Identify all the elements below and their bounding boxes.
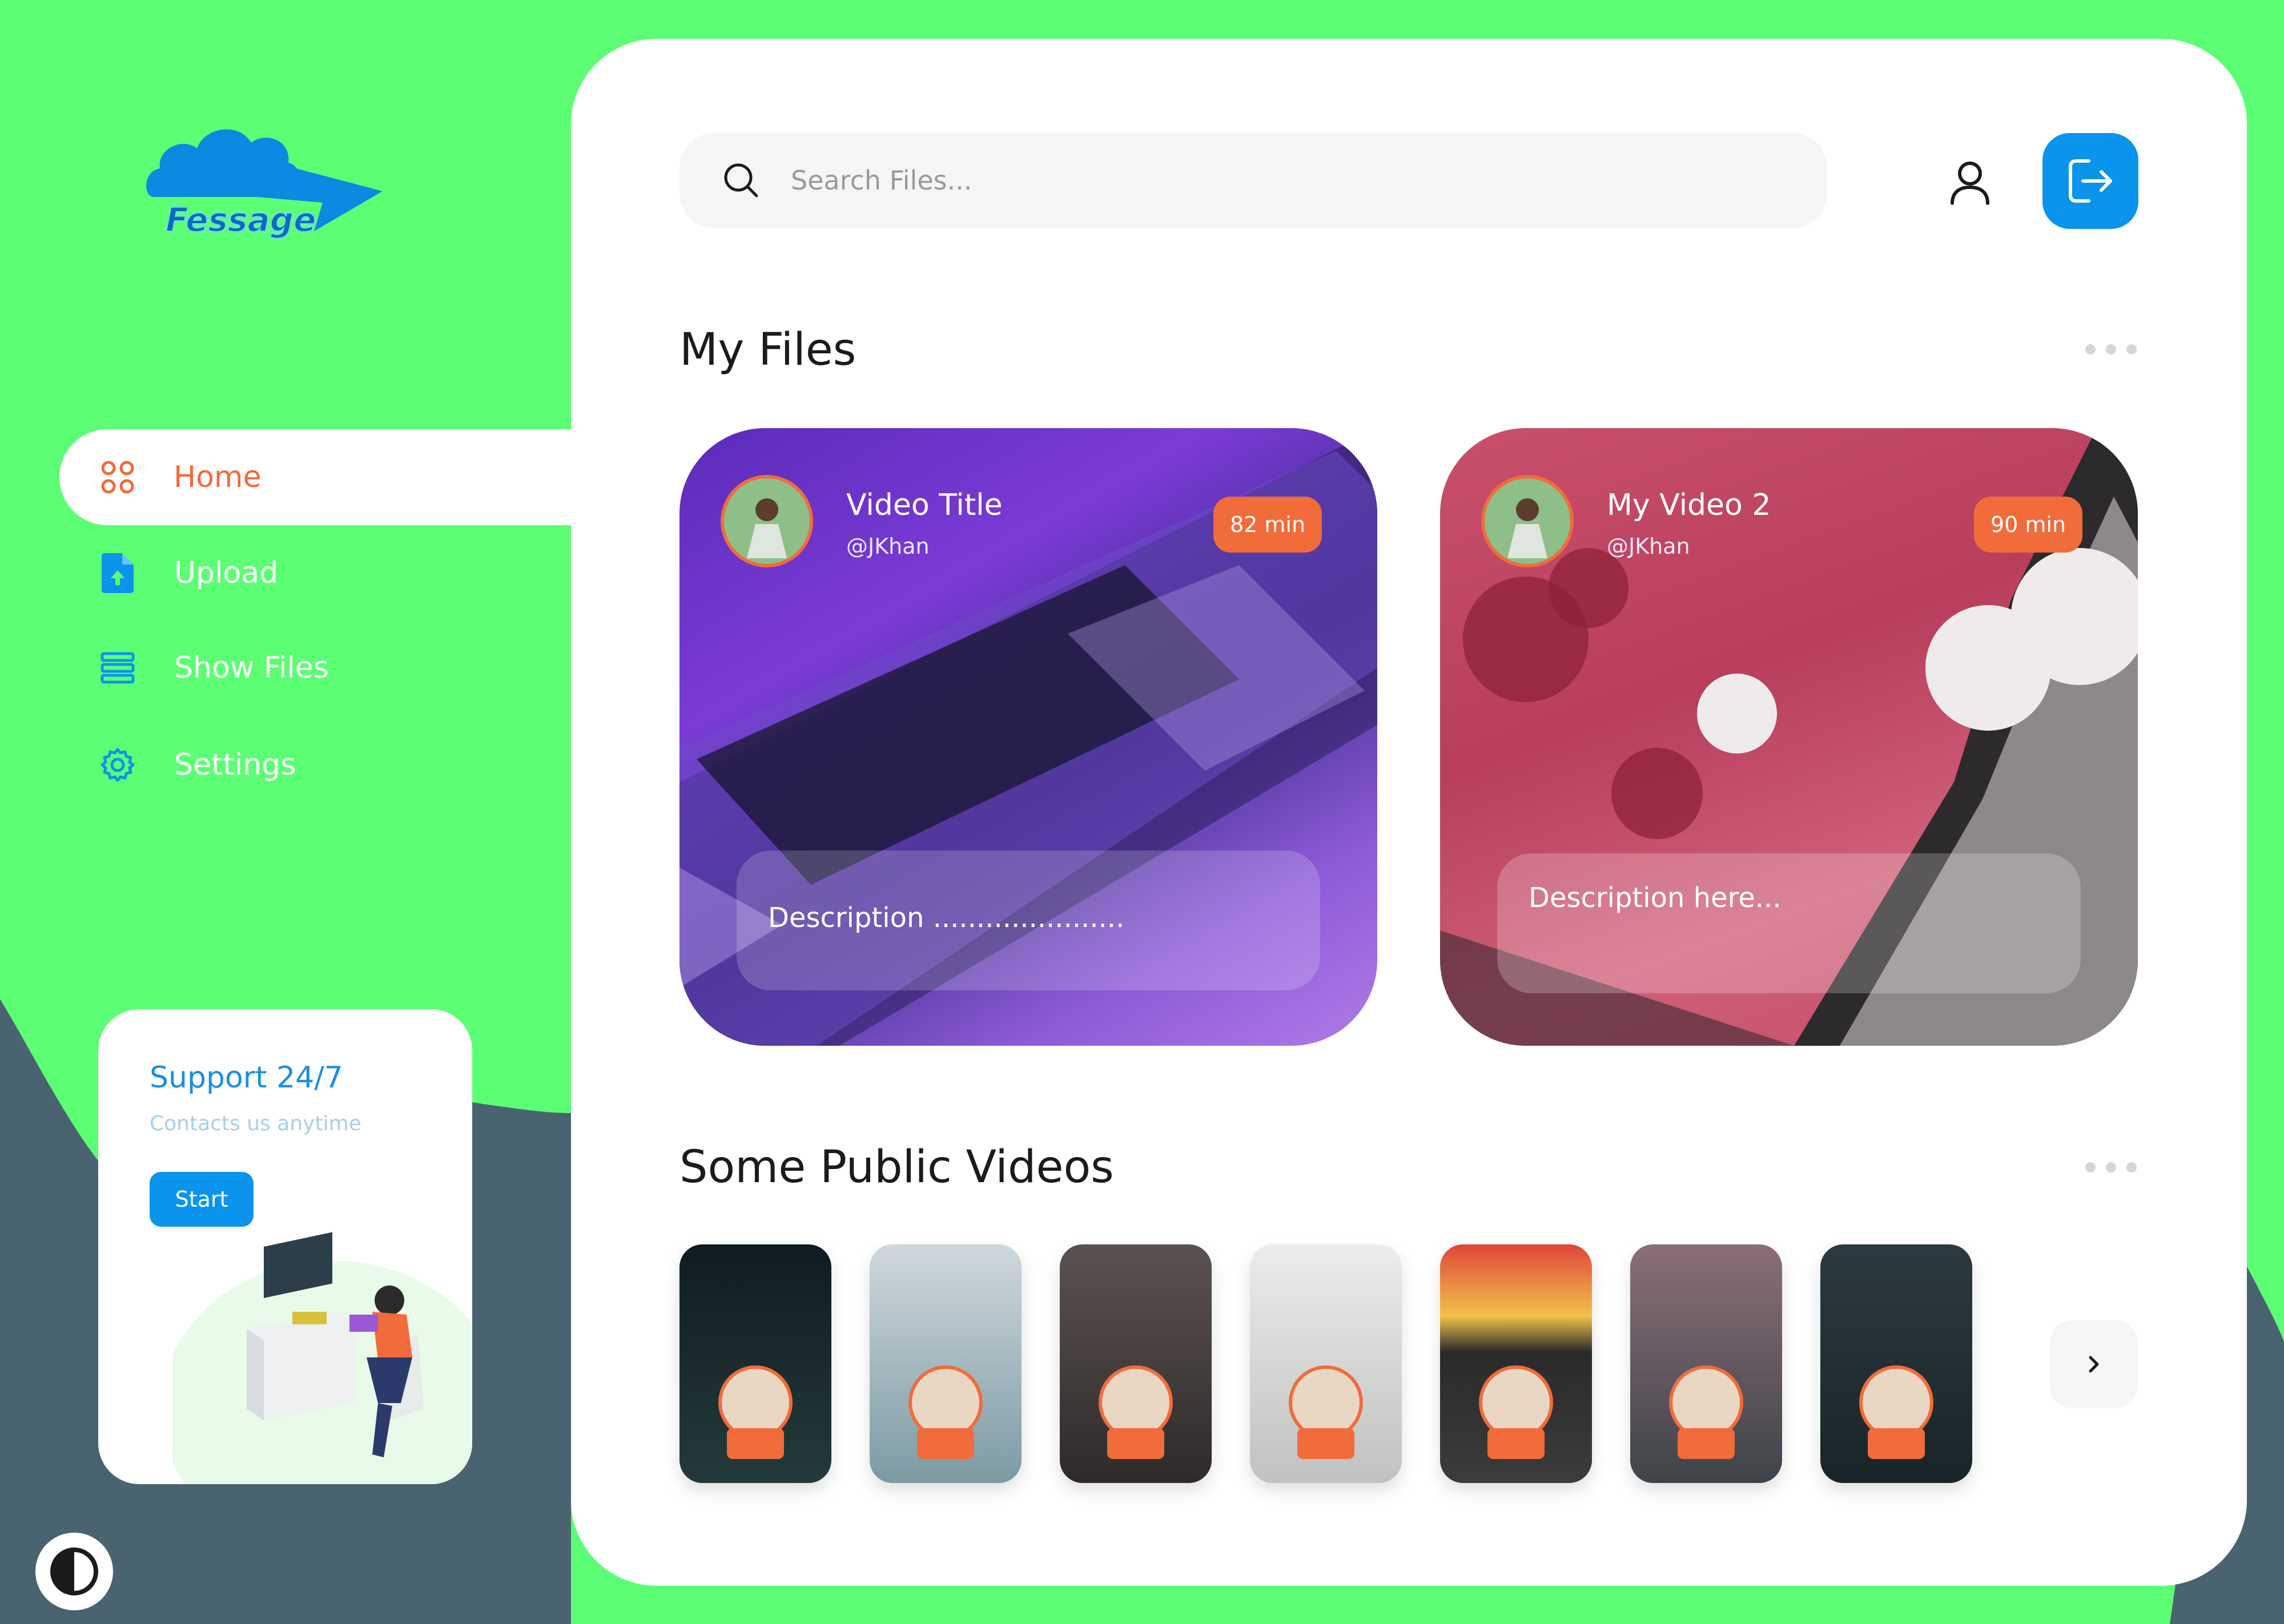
avatar: [721, 475, 813, 567]
user-icon: [1951, 162, 1989, 205]
file-upload-icon: [97, 553, 138, 594]
sidebar-item-label: Upload: [174, 556, 279, 590]
fessage-logo: Fessage: [146, 129, 383, 240]
chevron-right-icon: [2089, 1356, 2099, 1373]
duration-badge: 90 min: [1974, 497, 2082, 553]
description-box: [1497, 853, 2081, 993]
thumb-tag: [727, 1428, 784, 1459]
public-video-thumb[interactable]: [1630, 1244, 1782, 1483]
video-description: Description ......................: [768, 902, 1125, 934]
support-card: Support 24/7 Contacts us anytime Start: [98, 1009, 472, 1484]
gear-icon: [97, 744, 138, 785]
avatar: [1481, 475, 1574, 567]
support-title: Support 24/7: [150, 1061, 343, 1095]
thumb-tag: [1868, 1428, 1925, 1459]
dot: [2106, 344, 2116, 354]
support-subtitle: Contacts us anytime: [150, 1112, 361, 1135]
search-input[interactable]: [791, 155, 1790, 206]
thumb-tag: [1487, 1428, 1545, 1459]
sidebar-item-settings[interactable]: Settings: [0, 717, 571, 813]
video-title: My Video 2: [1607, 488, 1771, 522]
public-video-thumb[interactable]: [870, 1244, 1022, 1483]
sidebar-item-label: Home: [174, 460, 262, 494]
sidebar-item-show-files[interactable]: Show Files: [0, 620, 571, 716]
svg-text:Fessage: Fessage: [166, 200, 316, 239]
file-card[interactable]: My Video 2 @JKhan 90 min Description her…: [1440, 428, 2138, 1046]
thumb-tag: [917, 1428, 974, 1459]
list-icon: [97, 647, 138, 688]
contrast-icon: [50, 1548, 98, 1595]
public-video-thumb[interactable]: [1250, 1244, 1402, 1483]
logout-button[interactable]: [2042, 133, 2138, 229]
thumb-tag: [1107, 1428, 1164, 1459]
sidebar-item-label: Show Files: [174, 651, 329, 685]
public-video-thumb[interactable]: [1820, 1244, 1972, 1483]
video-handle: @JKhan: [1607, 534, 1690, 559]
grid-icon: [97, 457, 138, 498]
video-handle: @JKhan: [846, 534, 930, 559]
dot: [2126, 344, 2137, 354]
video-title: Video Title: [846, 488, 1003, 522]
duration-badge: 82 min: [1213, 497, 1322, 553]
search-icon: [724, 163, 758, 198]
dot: [2126, 1162, 2137, 1172]
dot: [2085, 1162, 2096, 1172]
sidebar-item-label: Settings: [174, 748, 296, 782]
thumb-tag: [1297, 1428, 1354, 1459]
public-videos-title: Some Public Videos: [679, 1142, 1114, 1193]
theme-toggle[interactable]: [35, 1533, 113, 1610]
file-card[interactable]: Video Title @JKhan 82 min Description ..…: [679, 428, 1377, 1046]
my-files-title: My Files: [679, 324, 856, 376]
public-video-thumb[interactable]: [679, 1244, 831, 1483]
thumb-tag: [1678, 1428, 1735, 1459]
video-description: Description here...: [1529, 882, 1782, 914]
dot: [2106, 1162, 2116, 1172]
next-button[interactable]: [2050, 1320, 2138, 1408]
dot: [2085, 344, 2096, 354]
public-video-thumb[interactable]: [1060, 1244, 1212, 1483]
public-videos-more-button[interactable]: [2085, 1160, 2137, 1174]
sidebar-item-upload[interactable]: Upload: [0, 525, 571, 621]
logout-icon: [2069, 159, 2112, 203]
search-bar[interactable]: [679, 133, 1827, 228]
public-video-thumb[interactable]: [1440, 1244, 1592, 1483]
sidebar-item-home[interactable]: Home: [59, 429, 573, 525]
developer-illustration: [172, 1232, 472, 1484]
my-files-more-button[interactable]: [2085, 342, 2137, 356]
user-button[interactable]: [1944, 157, 1996, 208]
